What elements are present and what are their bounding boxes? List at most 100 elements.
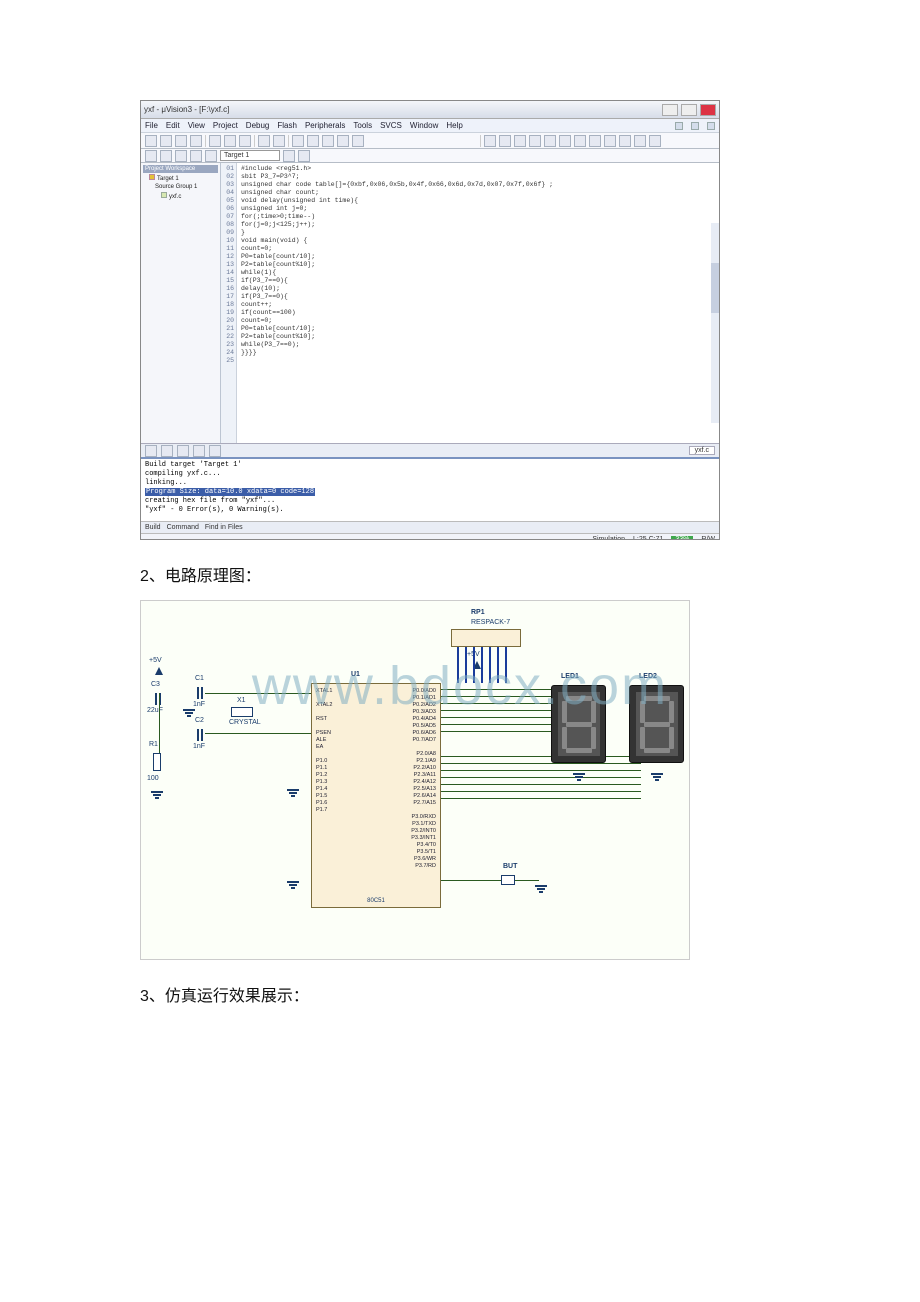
- tree-group[interactable]: Source Group 1: [143, 183, 218, 191]
- perf-icon[interactable]: [649, 135, 661, 147]
- options-icon[interactable]: [283, 150, 295, 162]
- menu-item[interactable]: Tools: [353, 121, 372, 130]
- reset-icon[interactable]: [589, 135, 601, 147]
- output-line: "yxf" - 0 Error(s), 0 Warning(s).: [145, 506, 715, 515]
- editor-file-tab[interactable]: yxf.c: [689, 446, 715, 455]
- r1-value: 100: [147, 775, 159, 782]
- output-line: creating hex file from "yxf"...: [145, 497, 715, 506]
- tab-icon[interactable]: [177, 445, 189, 457]
- mem-icon[interactable]: [634, 135, 646, 147]
- c3-value: 22uF: [147, 707, 163, 714]
- line-gutter: 0102030405060708091011121314151617181920…: [221, 163, 237, 443]
- download-icon[interactable]: [205, 150, 217, 162]
- output-line: linking...: [145, 479, 715, 488]
- menu-item[interactable]: SVCS: [380, 121, 402, 130]
- minimize-icon[interactable]: [662, 104, 678, 116]
- build-icon[interactable]: [160, 150, 172, 162]
- breakpoint-icon[interactable]: [499, 135, 511, 147]
- code-text[interactable]: #include <reg51.h> sbit P3_7=P3^7; unsig…: [237, 163, 719, 443]
- outdent-icon[interactable]: [307, 135, 319, 147]
- new-icon[interactable]: [145, 135, 157, 147]
- close-icon[interactable]: [700, 104, 716, 116]
- but-label: BUT: [503, 863, 517, 870]
- button-symbol: [501, 875, 515, 885]
- output-tab[interactable]: Find in Files: [205, 524, 243, 531]
- status-bar: Simulation L:25 C:71 33% R/W: [141, 533, 719, 540]
- copy-icon[interactable]: [224, 135, 236, 147]
- output-tab[interactable]: Build: [145, 524, 161, 531]
- paste-icon[interactable]: [239, 135, 251, 147]
- menu-item[interactable]: Debug: [246, 121, 270, 130]
- section-title-circuit: 2、电路原理图：: [140, 562, 780, 586]
- find-icon[interactable]: [337, 135, 349, 147]
- workspace-title: Project Workspace: [143, 165, 218, 173]
- step-icon[interactable]: [514, 135, 526, 147]
- gnd-icon: [151, 791, 163, 801]
- tree-file[interactable]: yxf.c: [143, 191, 218, 201]
- circuit-diagram: +5V +5V +5V C3 22uF R1 100 C1 1nF C2 1nF…: [140, 600, 690, 960]
- watch-icon[interactable]: [619, 135, 631, 147]
- vcc-arrow-icon: [155, 667, 163, 675]
- indent-icon[interactable]: [292, 135, 304, 147]
- menu-item[interactable]: Window: [410, 121, 438, 130]
- ide-body: Project Workspace Target 1 Source Group …: [141, 163, 719, 443]
- analyze-icon[interactable]: [604, 135, 616, 147]
- maximize-icon[interactable]: [681, 104, 697, 116]
- u1-chip: XTAL1 XTAL2 RST PSEN ALE EA P1.0 P1.1 P1…: [311, 683, 441, 908]
- books-icon[interactable]: [298, 150, 310, 162]
- redo-icon[interactable]: [273, 135, 285, 147]
- saveall-icon[interactable]: [190, 135, 202, 147]
- stopbuild-icon[interactable]: [190, 150, 202, 162]
- target-select[interactable]: Target 1: [220, 150, 280, 161]
- c2-cap: [197, 729, 203, 741]
- menu-item[interactable]: Help: [446, 121, 462, 130]
- sub-minimize-icon[interactable]: [675, 122, 683, 130]
- sub-restore-icon[interactable]: [691, 122, 699, 130]
- x1-value: CRYSTAL: [229, 719, 261, 726]
- ide-toolbar-main: [141, 133, 719, 149]
- c1-cap: [197, 687, 203, 699]
- rebuild-icon[interactable]: [175, 150, 187, 162]
- stepout-icon[interactable]: [544, 135, 556, 147]
- open-icon[interactable]: [160, 135, 172, 147]
- r1-label: R1: [149, 741, 158, 748]
- tab-icon[interactable]: [145, 445, 157, 457]
- bookmark-icon[interactable]: [322, 135, 334, 147]
- editor-scrollbar[interactable]: [711, 223, 719, 423]
- x1-label: X1: [237, 697, 246, 704]
- code-editor[interactable]: 0102030405060708091011121314151617181920…: [221, 163, 719, 443]
- undo-icon[interactable]: [258, 135, 270, 147]
- tab-icon[interactable]: [193, 445, 205, 457]
- stop-icon[interactable]: [574, 135, 586, 147]
- cut-icon[interactable]: [209, 135, 221, 147]
- output-tab[interactable]: Command: [167, 524, 199, 531]
- menu-item[interactable]: Peripherals: [305, 121, 345, 130]
- compile-icon[interactable]: [145, 150, 157, 162]
- findall-icon[interactable]: [352, 135, 364, 147]
- x1-crystal: [231, 707, 253, 717]
- rp1-label: RP1: [471, 609, 485, 616]
- menu-item[interactable]: Edit: [166, 121, 180, 130]
- gnd-icon: [183, 709, 195, 719]
- rp1-sub: RESPACK-7: [471, 619, 510, 626]
- debug-icon[interactable]: [484, 135, 496, 147]
- menu-item[interactable]: File: [145, 121, 158, 130]
- status-rw: R/W: [701, 536, 715, 540]
- c2-label: C2: [195, 717, 204, 724]
- tab-icon[interactable]: [209, 445, 221, 457]
- ide-title-text: yxf - μVision3 - [F:\yxf.c]: [144, 105, 229, 114]
- tree-target[interactable]: Target 1: [143, 173, 218, 183]
- menu-item[interactable]: Project: [213, 121, 238, 130]
- save-icon[interactable]: [175, 135, 187, 147]
- sub-close-icon[interactable]: [707, 122, 715, 130]
- build-output: Build target 'Target 1' compiling yxf.c.…: [141, 457, 719, 521]
- section-title-sim: 3、仿真运行效果展示：: [140, 982, 780, 1006]
- tab-icon[interactable]: [161, 445, 173, 457]
- menu-item[interactable]: Flash: [277, 121, 297, 130]
- rp1-pack: [451, 629, 521, 647]
- c1-label: C1: [195, 675, 204, 682]
- run-icon[interactable]: [559, 135, 571, 147]
- stepover-icon[interactable]: [529, 135, 541, 147]
- gnd-icon: [573, 773, 585, 783]
- menu-item[interactable]: View: [188, 121, 205, 130]
